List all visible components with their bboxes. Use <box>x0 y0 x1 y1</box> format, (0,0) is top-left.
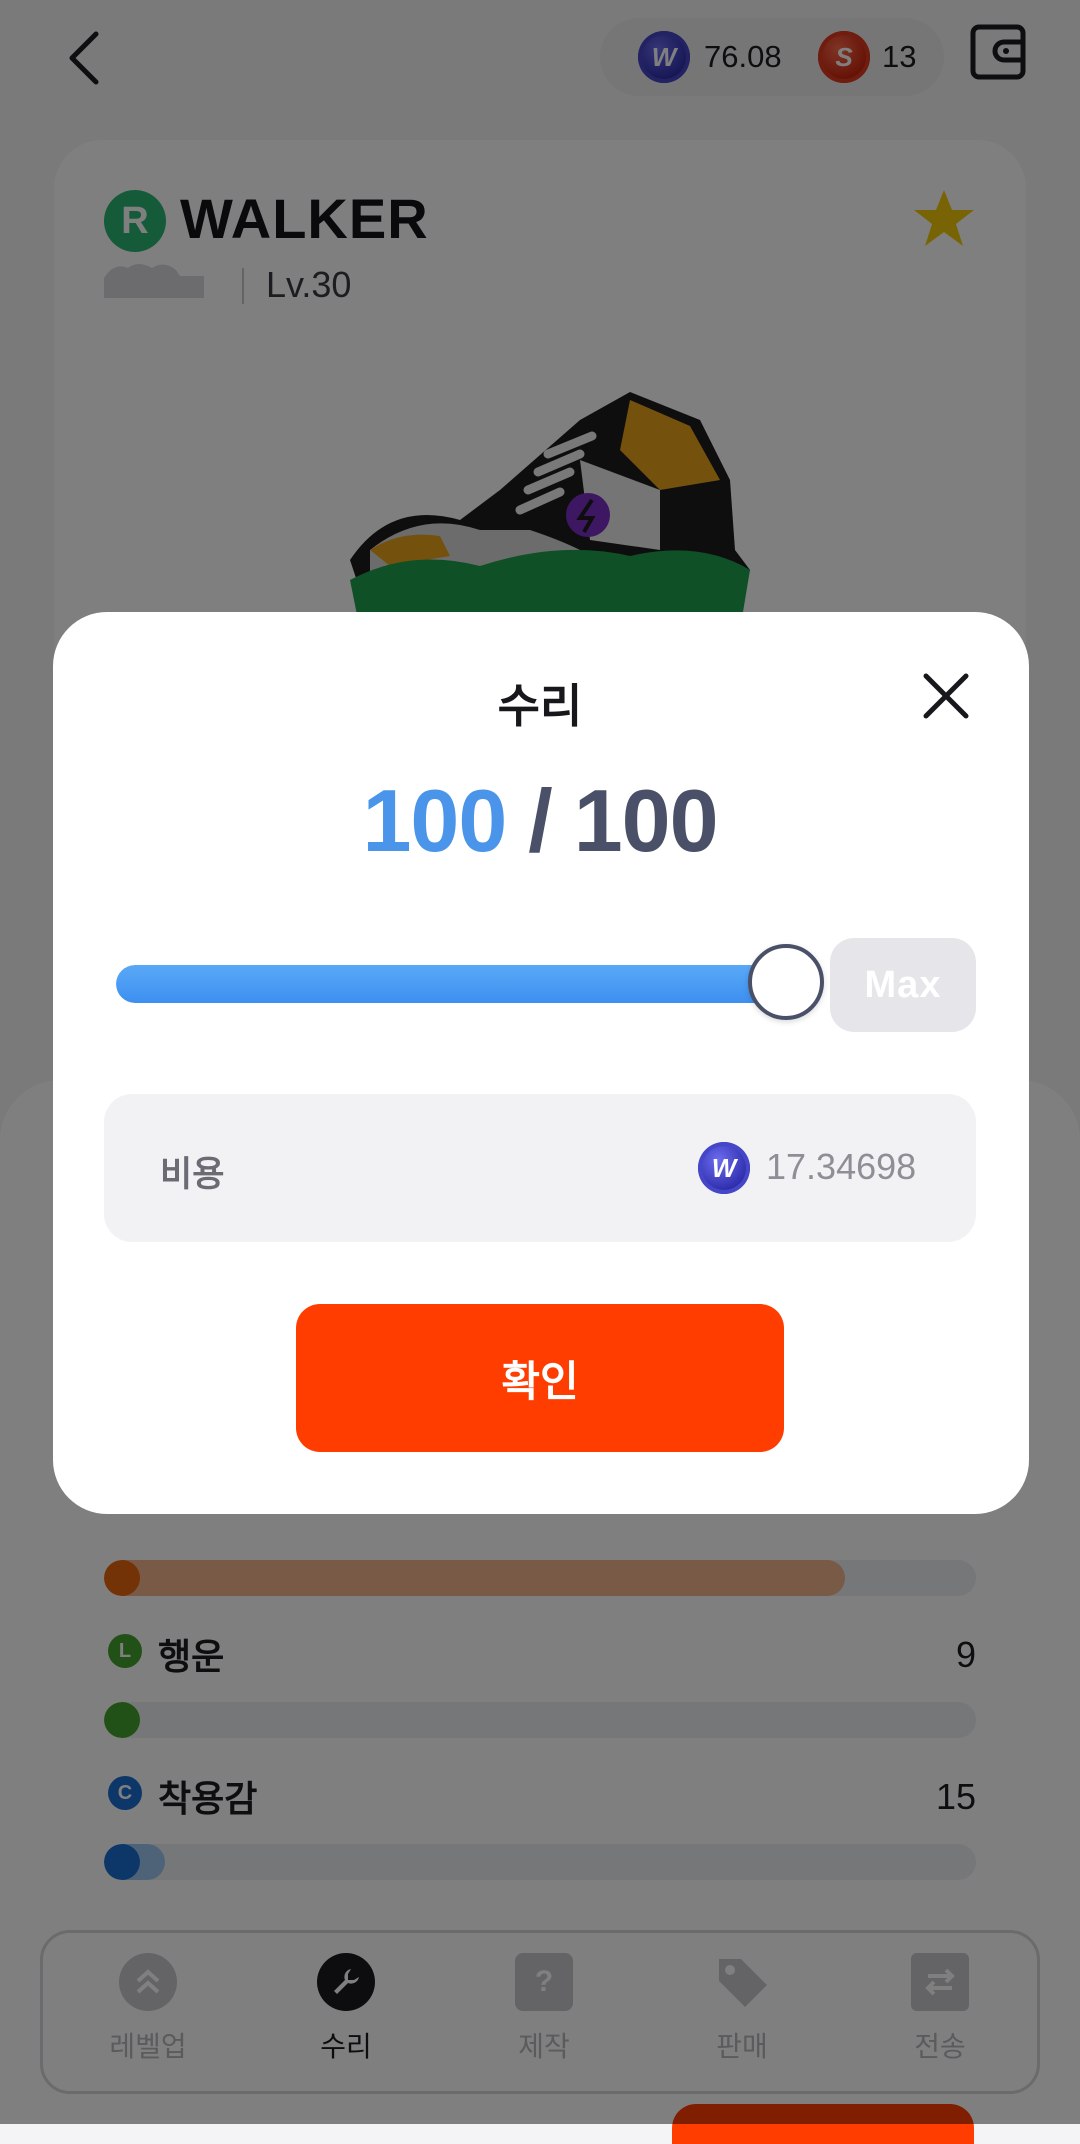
close-icon[interactable] <box>920 670 972 722</box>
modal-title: 수리 <box>497 680 583 732</box>
durability-max: 100 <box>573 771 719 870</box>
repair-slider-track[interactable] <box>116 965 788 1003</box>
cost-label: 비용 <box>160 1155 225 1194</box>
durability-separator: / <box>528 771 552 870</box>
cost-value: 17.34698 <box>766 1146 917 1187</box>
durability-current: 100 <box>362 771 507 870</box>
repair-slider-thumb[interactable] <box>748 944 824 1020</box>
w-coin-icon: W <box>698 1142 750 1194</box>
max-button[interactable]: Max <box>830 938 976 1032</box>
durability-readout: 100/100 <box>0 770 1080 872</box>
repair-slider-fill <box>116 965 788 1003</box>
confirm-button[interactable]: 확인 <box>296 1304 784 1452</box>
